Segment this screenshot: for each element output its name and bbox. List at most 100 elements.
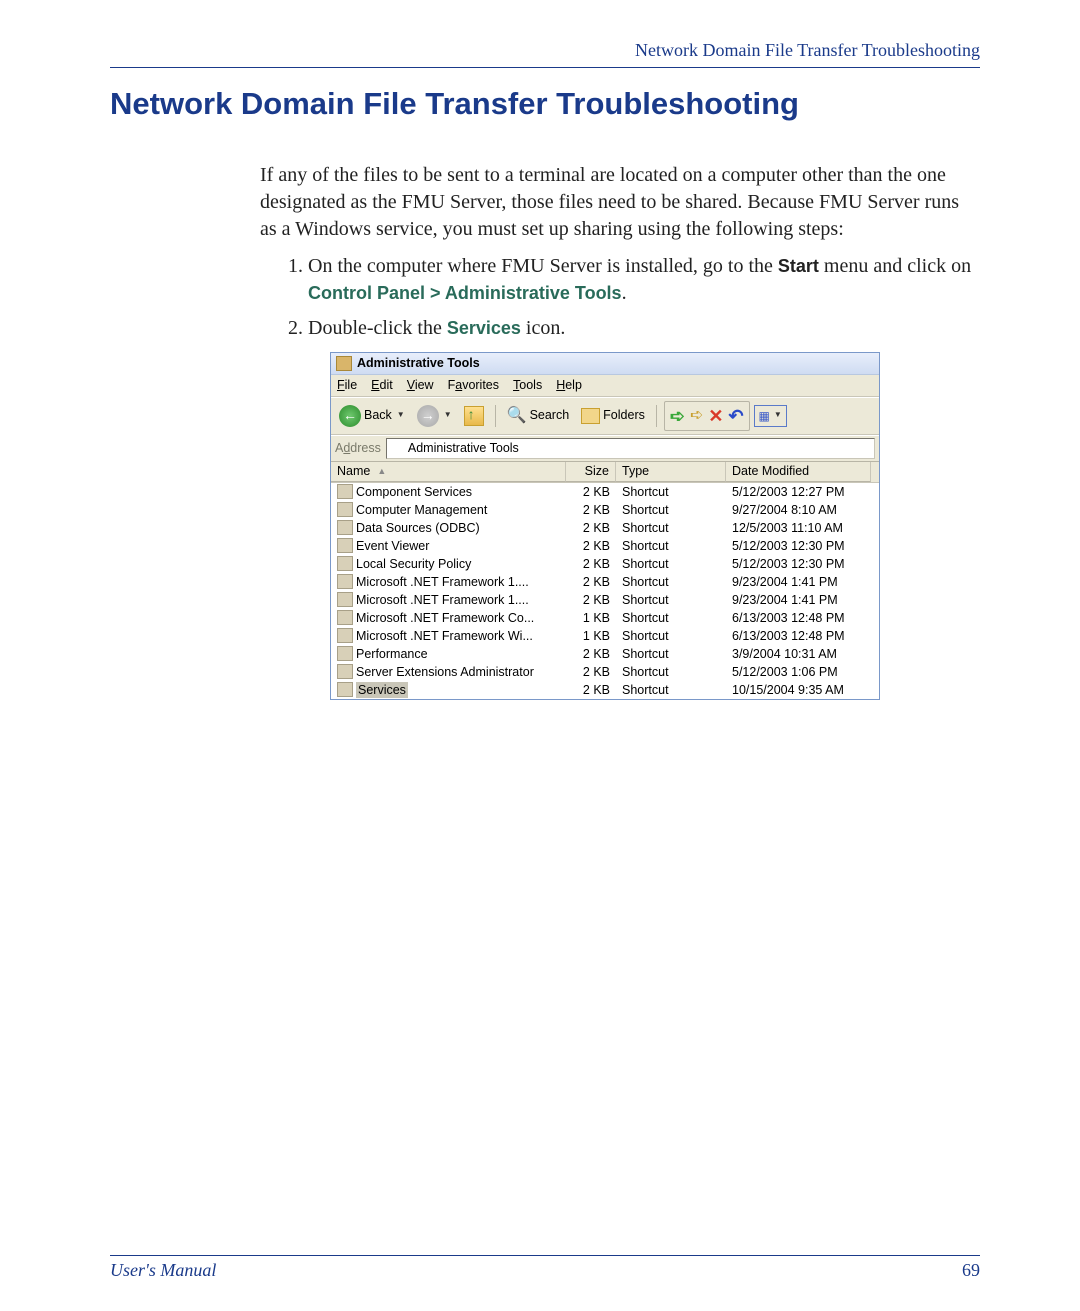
- item-name: Services: [356, 682, 408, 698]
- step-1: On the computer where FMU Server is inst…: [308, 253, 980, 307]
- step-2-text-a: Double-click the: [308, 317, 447, 339]
- up-button[interactable]: [460, 405, 488, 427]
- item-date: 9/27/2004 8:10 AM: [726, 501, 871, 519]
- shortcut-icon: [337, 520, 353, 535]
- item-name: Performance: [356, 646, 428, 662]
- address-field[interactable]: Administrative Tools: [386, 438, 875, 459]
- list-item[interactable]: Microsoft .NET Framework 1.... 2 KBShortc…: [331, 573, 879, 591]
- menu-tools[interactable]: Tools: [513, 377, 542, 394]
- item-name: Microsoft .NET Framework 1....: [356, 592, 529, 608]
- start-menu-label: Start: [778, 256, 819, 276]
- folder-up-icon: [464, 406, 484, 426]
- item-date: 5/12/2003 12:30 PM: [726, 537, 871, 555]
- column-headers: Name▲ Size Type Date Modified: [331, 462, 879, 483]
- list-item[interactable]: Performance 2 KBShortcut3/9/2004 10:31 AM: [331, 645, 879, 663]
- intro-paragraph: If any of the files to be sent to a term…: [260, 162, 980, 243]
- fwd-dropdown-caret-icon[interactable]: ▼: [444, 410, 452, 421]
- item-type: Shortcut: [616, 681, 726, 699]
- menu-view[interactable]: View: [407, 377, 434, 394]
- item-type: Shortcut: [616, 573, 726, 591]
- list-item[interactable]: Local Security Policy2 KBShortcut5/12/20…: [331, 555, 879, 573]
- footer-manual-label: User's Manual: [110, 1260, 216, 1281]
- item-size: 2 KB: [566, 663, 616, 681]
- col-header-name[interactable]: Name▲: [331, 462, 566, 482]
- col-header-size[interactable]: Size: [566, 462, 616, 482]
- file-list: Component Services2 KBShortcut5/12/2003 …: [331, 483, 879, 699]
- item-date: 5/12/2003 12:30 PM: [726, 555, 871, 573]
- item-name: Server Extensions Administrator: [356, 664, 534, 680]
- delete-icon[interactable]: ✕: [708, 404, 723, 428]
- footer-page-number: 69: [962, 1260, 980, 1281]
- list-item[interactable]: Microsoft .NET Framework Wi...1 KBShortc…: [331, 627, 879, 645]
- views-button[interactable]: ▦▼: [754, 405, 787, 427]
- folder-icon: [336, 356, 352, 371]
- item-type: Shortcut: [616, 519, 726, 537]
- list-item[interactable]: Services 2 KBShortcut10/15/2004 9:35 AM: [331, 681, 879, 699]
- shortcut-icon: [337, 538, 353, 553]
- folders-icon: [581, 408, 600, 424]
- item-size: 2 KB: [566, 483, 616, 501]
- undo-icon[interactable]: ↶: [728, 404, 743, 428]
- admin-tools-label: Administrative Tools: [445, 283, 622, 303]
- list-item[interactable]: Data Sources (ODBC)2 KBShortcut12/5/2003…: [331, 519, 879, 537]
- item-type: Shortcut: [616, 483, 726, 501]
- item-date: 6/13/2003 12:48 PM: [726, 609, 871, 627]
- item-size: 2 KB: [566, 591, 616, 609]
- shortcut-icon: [337, 556, 353, 571]
- item-size: 2 KB: [566, 681, 616, 699]
- back-dropdown-caret-icon[interactable]: ▼: [397, 410, 405, 421]
- menu-favorites[interactable]: Favorites: [448, 377, 499, 394]
- list-item[interactable]: Microsoft .NET Framework 1....2 KBShortc…: [331, 591, 879, 609]
- list-item[interactable]: Microsoft .NET Framework Co...1 KBShortc…: [331, 609, 879, 627]
- page-title: Network Domain File Transfer Troubleshoo…: [110, 86, 980, 122]
- shortcut-icon: [337, 502, 353, 517]
- views-caret-icon: ▼: [774, 410, 782, 421]
- item-size: 2 KB: [566, 645, 616, 663]
- shortcut-icon: [337, 610, 353, 625]
- item-name: Microsoft .NET Framework Wi...: [356, 628, 533, 644]
- shortcut-icon: [337, 574, 353, 589]
- window-title-text: Administrative Tools: [357, 355, 480, 372]
- item-date: 9/23/2004 1:41 PM: [726, 573, 871, 591]
- toolbar-separator-2: [656, 405, 657, 427]
- item-size: 2 KB: [566, 573, 616, 591]
- item-type: Shortcut: [616, 663, 726, 681]
- copy-to-icon[interactable]: ➪: [690, 405, 703, 427]
- page-footer: User's Manual 69: [110, 1255, 980, 1281]
- item-name: Data Sources (ODBC): [356, 520, 480, 536]
- item-name: Microsoft .NET Framework 1....: [356, 574, 529, 590]
- item-size: 1 KB: [566, 627, 616, 645]
- step-2-text-b: icon.: [521, 317, 565, 339]
- admin-tools-window: Administrative Tools File Edit View Favo…: [330, 352, 880, 700]
- item-type: Shortcut: [616, 501, 726, 519]
- item-size: 1 KB: [566, 609, 616, 627]
- col-header-type[interactable]: Type: [616, 462, 726, 482]
- list-item[interactable]: Computer Management2 KBShortcut9/27/2004…: [331, 501, 879, 519]
- folders-button[interactable]: Folders: [577, 406, 649, 425]
- forward-button[interactable]: → ▼: [413, 404, 456, 428]
- search-label: Search: [530, 407, 570, 424]
- move-to-icon[interactable]: ➪: [670, 404, 685, 428]
- breadcrumb-separator: >: [425, 283, 445, 303]
- col-header-date[interactable]: Date Modified: [726, 462, 871, 482]
- sort-asc-icon: ▲: [377, 465, 386, 477]
- search-button[interactable]: 🔍 Search: [503, 404, 574, 428]
- menu-bar: File Edit View Favorites Tools Help: [331, 375, 879, 397]
- menu-file[interactable]: File: [337, 377, 357, 394]
- item-date: 3/9/2004 10:31 AM: [726, 645, 871, 663]
- window-titlebar[interactable]: Administrative Tools: [331, 353, 879, 375]
- item-type: Shortcut: [616, 609, 726, 627]
- item-type: Shortcut: [616, 645, 726, 663]
- back-label: Back: [364, 407, 392, 424]
- list-item[interactable]: Server Extensions Administrator 2 KBShort…: [331, 663, 879, 681]
- item-date: 10/15/2004 9:35 AM: [726, 681, 871, 699]
- menu-edit[interactable]: Edit: [371, 377, 393, 394]
- address-bar: Address Administrative Tools: [331, 435, 879, 462]
- list-item[interactable]: Event Viewer2 KBShortcut5/12/2003 12:30 …: [331, 537, 879, 555]
- list-item[interactable]: Component Services2 KBShortcut5/12/2003 …: [331, 483, 879, 501]
- back-button[interactable]: ← Back ▼: [335, 404, 409, 428]
- menu-help[interactable]: Help: [556, 377, 582, 394]
- address-folder-icon: [391, 442, 404, 454]
- item-date: 5/12/2003 1:06 PM: [726, 663, 871, 681]
- item-date: 6/13/2003 12:48 PM: [726, 627, 871, 645]
